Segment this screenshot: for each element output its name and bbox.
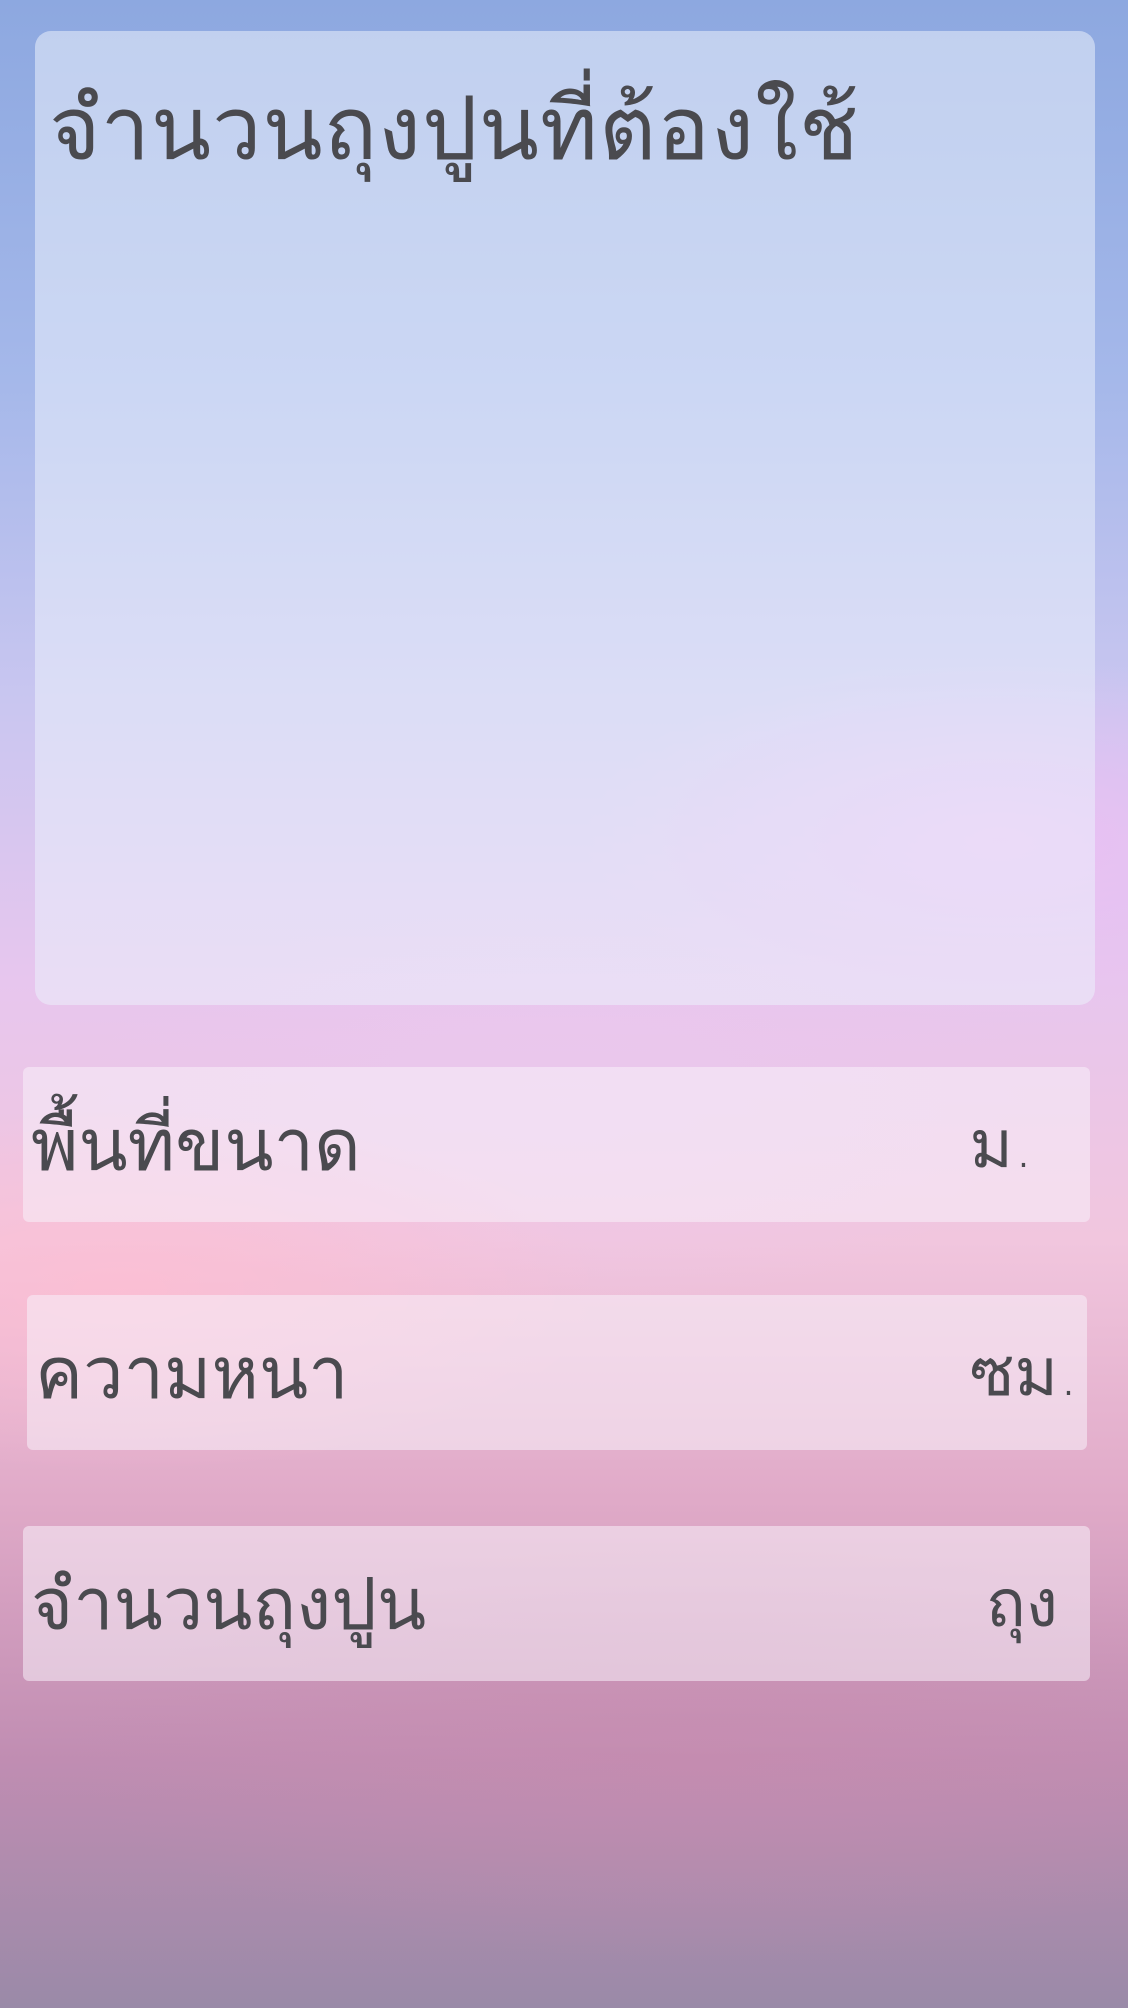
cement-bags-unit: ถุง (985, 1564, 1058, 1642)
display-title: จำนวนถุงปูนที่ต้องใช้ (49, 77, 860, 180)
thickness-field[interactable]: ความหนา ซม. (27, 1295, 1087, 1450)
area-unit: ม. (969, 1105, 1035, 1183)
cement-bags-label: จำนวนถุงปูน (31, 1561, 427, 1646)
area-field[interactable]: พื้นที่ขนาด ม. (23, 1067, 1090, 1222)
cement-bags-field[interactable]: จำนวนถุงปูน ถุง (23, 1526, 1090, 1681)
area-label: พื้นที่ขนาด (31, 1102, 361, 1187)
result-display-panel: จำนวนถุงปูนที่ต้องใช้ (35, 31, 1095, 1005)
thickness-unit: ซม. (969, 1333, 1079, 1411)
thickness-label: ความหนา (35, 1330, 349, 1415)
